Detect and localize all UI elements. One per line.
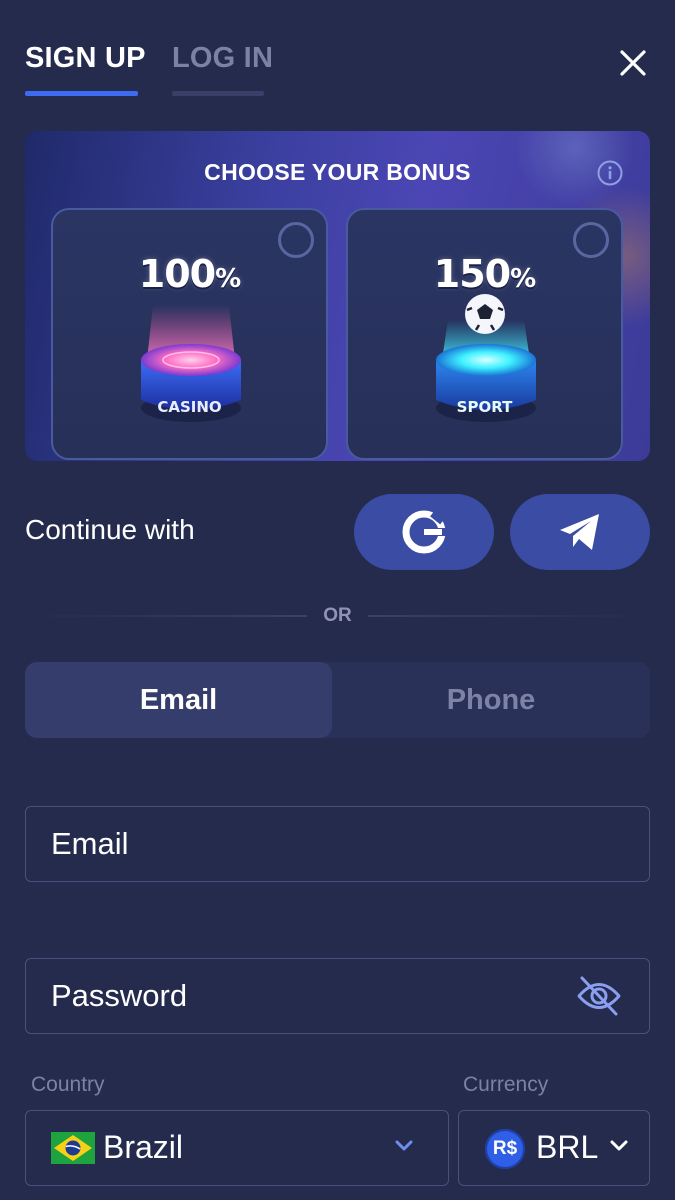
tab-sign-up[interactable]: SIGN UP — [25, 42, 146, 75]
or-divider-text: OR — [323, 605, 352, 626]
email-input[interactable] — [51, 807, 571, 881]
close-button[interactable] — [614, 44, 652, 82]
bonus-card-sport[interactable]: 150% SPORT — [346, 208, 623, 460]
close-icon — [620, 50, 646, 76]
tab-sign-up-indicator — [25, 91, 138, 96]
country-select[interactable]: Brazil — [25, 1110, 449, 1186]
bonus-title: CHOOSE YOUR BONUS — [204, 159, 471, 185]
bonus-percent-casino: 100% — [138, 252, 241, 296]
password-input[interactable] — [51, 959, 571, 1033]
google-icon — [402, 510, 446, 554]
country-value: Brazil — [103, 1129, 184, 1165]
email-field — [25, 806, 650, 882]
divider-line-right — [368, 615, 650, 617]
currency-select[interactable]: R$ BRL — [458, 1110, 650, 1186]
method-email-tab[interactable]: Email — [25, 662, 332, 738]
bonus-label-sport: SPORT — [456, 398, 513, 416]
password-field — [25, 958, 650, 1034]
chevron-down-icon — [395, 1140, 413, 1151]
currency-label: Currency — [463, 1073, 549, 1096]
google-login-button[interactable] — [354, 494, 494, 570]
tab-log-in-indicator — [172, 91, 264, 96]
eye-off-icon[interactable] — [576, 975, 622, 1017]
tab-log-in[interactable]: LOG IN — [172, 42, 273, 75]
currency-badge-icon: R$ — [485, 1129, 525, 1169]
country-label: Country — [31, 1073, 105, 1096]
bonus-label-casino: CASINO — [157, 398, 222, 416]
divider-line-left — [25, 615, 307, 617]
currency-value: BRL — [536, 1129, 599, 1165]
info-icon[interactable] — [597, 160, 623, 186]
brazil-flag-icon — [51, 1132, 95, 1164]
method-phone-tab[interactable]: Phone — [332, 662, 650, 738]
continue-with-label: Continue with — [25, 514, 195, 545]
bonus-panel: CHOOSE YOUR BONUS 100% CASINO 150% SPORT — [25, 131, 650, 461]
signup-method-toggle: Email Phone — [25, 662, 650, 738]
telegram-login-button[interactable] — [510, 494, 650, 570]
chevron-down-icon — [610, 1140, 628, 1151]
telegram-icon — [560, 514, 599, 550]
bonus-percent-sport: 150% — [433, 252, 536, 296]
bonus-card-casino[interactable]: 100% CASINO — [51, 208, 328, 460]
